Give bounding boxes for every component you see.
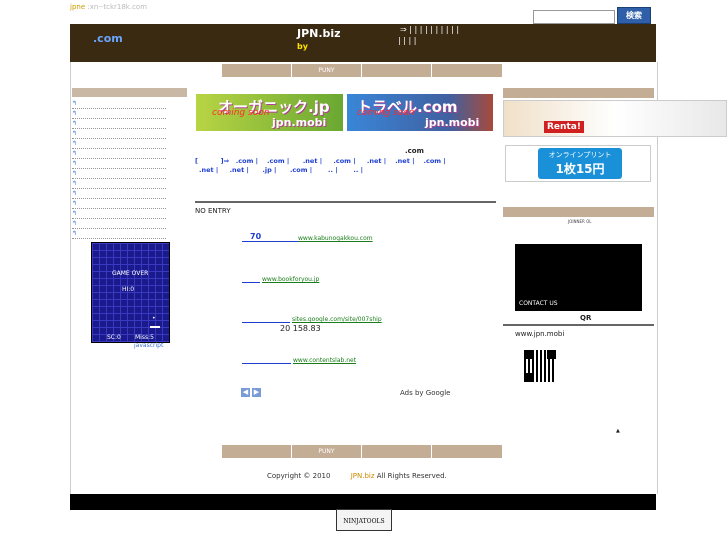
print-line1: オンラインプリント — [548, 151, 612, 159]
no-entry-text: NO ENTRY — [195, 207, 231, 215]
sidebar-item[interactable]: ↰ — [72, 159, 166, 169]
banner-travel-brand: jpn.mobi — [425, 116, 480, 129]
banner-travel-coming: coming soon — [357, 108, 415, 118]
header-by: by — [297, 42, 308, 51]
print-banner[interactable]: オンラインプリント 1枚15円 — [538, 148, 622, 179]
right-heading-2 — [503, 207, 654, 217]
sidebar-item[interactable]: ↰ — [72, 179, 166, 189]
sidebar-heading — [72, 88, 187, 97]
top-tab-1[interactable] — [222, 64, 291, 77]
domains-heading: .com — [405, 147, 424, 155]
sidebar-item[interactable]: ↰ — [72, 139, 166, 149]
domains-line1[interactable]: [ ]⇒ .com | .com | .net | .com | .net | … — [195, 157, 495, 165]
ad-1-url[interactable]: www.kabunogakkou.com — [298, 235, 373, 242]
print-line2: 1枚15円 — [555, 162, 605, 176]
mini-game[interactable]: GAME OVER HI:0 SC:0 Miss:5 • — [91, 242, 170, 343]
banner-organic[interactable]: オーガニック.jp coming soon jpn.mobi — [196, 94, 343, 131]
game-caption[interactable]: javascript — [134, 342, 163, 349]
domains-line2[interactable]: .net | .net | .jp | .com | .. | .. | — [199, 166, 499, 174]
bottom-tab-1[interactable] — [222, 445, 291, 458]
renta-banner[interactable]: Renta! — [503, 100, 727, 137]
sidebar-item[interactable]: ↰ — [72, 189, 166, 199]
sidebar-item[interactable]: ↰ — [72, 109, 166, 119]
ads-by-google[interactable]: Ads by Google — [400, 389, 450, 397]
top-tab-puny[interactable]: PUNY — [292, 64, 361, 77]
contact-box[interactable]: CONTACT US — [515, 244, 642, 311]
game-score: SC:0 — [107, 334, 121, 341]
sidebar-item[interactable]: ↰ — [72, 199, 166, 209]
sidebar-item[interactable]: ↰ — [72, 169, 166, 179]
ad-3-extra: 20 158.83 — [280, 324, 321, 333]
sidebar-item[interactable]: ↰ — [72, 149, 166, 159]
domain-text: jpne :xn--tckr18k.com — [70, 3, 148, 11]
ad-4-url[interactable]: www.contentslab.net — [293, 357, 356, 364]
game-hiscore: HI:0 — [122, 286, 135, 293]
contact-us-label: CONTACT US — [519, 300, 558, 307]
sidebar-item[interactable]: ↰ — [72, 99, 166, 109]
top-tabbar: PUNY — [222, 64, 502, 77]
bottom-tab-3[interactable] — [362, 445, 431, 458]
qr-code — [524, 350, 556, 382]
game-miss: Miss:5 — [135, 334, 154, 341]
footer-copyright: Copyright © 2010 JPN.biz All Rights Rese… — [267, 472, 447, 480]
game-ball: • — [152, 315, 156, 322]
copyright-text: Copyright © 2010 — [267, 472, 331, 480]
site-header: .com JPN.biz by ⇒ | | | | | | | | | | | … — [70, 24, 656, 62]
sidebar-item[interactable]: ↰ — [72, 119, 166, 129]
print-banner-frame: オンラインプリント 1枚15円 — [505, 145, 651, 182]
scroll-top-icon[interactable]: ▲ — [616, 428, 620, 434]
top-tab-3[interactable] — [362, 64, 431, 77]
banner-organic-brand: jpn.mobi — [272, 116, 327, 129]
right-heading-1 — [503, 88, 654, 98]
renta-logo: Renta! — [544, 121, 584, 133]
ad-3-url[interactable]: sites.google.com/site/007ship — [292, 316, 382, 323]
bottom-tabbar: PUNY — [222, 445, 502, 458]
qr-url[interactable]: www.jpn.mobi — [515, 330, 564, 338]
footer-brand[interactable]: JPN.biz — [351, 472, 375, 480]
search-button[interactable]: 検索 — [617, 7, 651, 24]
site-title[interactable]: JPN.biz — [297, 27, 341, 40]
next-arrow-icon[interactable]: ▶ — [252, 388, 261, 397]
bottom-tab-4[interactable] — [432, 445, 502, 458]
joinner-text: JOINNER OL — [568, 219, 592, 224]
game-paddle — [150, 326, 160, 328]
header-nav-row1[interactable]: ⇒ | | | | | | | | | | — [400, 25, 459, 34]
bottom-tab-puny[interactable]: PUNY — [292, 445, 361, 458]
banner-travel[interactable]: トラベル.com coming soon jpn.mobi — [347, 94, 493, 131]
top-tab-4[interactable] — [432, 64, 502, 77]
header-nav-row2[interactable]: | | | | — [398, 36, 416, 45]
ad-2-url[interactable]: www.bookforyou.jp — [262, 276, 319, 283]
sidebar-item[interactable]: ↰ — [72, 229, 166, 239]
ad-3-title[interactable] — [242, 313, 290, 323]
search-input[interactable] — [533, 10, 615, 24]
header-domain: .com — [93, 32, 123, 45]
game-over-text: GAME OVER — [112, 270, 149, 277]
content-divider — [195, 201, 496, 203]
ad-4-title[interactable] — [242, 354, 291, 364]
ad-1-title[interactable]: 70 — [242, 232, 304, 242]
qr-title: QR — [580, 314, 592, 322]
ad-2-title[interactable] — [242, 273, 260, 283]
ninjatools-badge[interactable]: NINJATOOLS — [336, 509, 392, 531]
qr-divider — [503, 324, 654, 326]
sidebar-item[interactable]: ↰ — [72, 209, 166, 219]
footer-rights: All Rights Reserved. — [376, 472, 447, 480]
sidebar-item[interactable]: ↰ — [72, 219, 166, 229]
sidebar-item[interactable]: ↰ — [72, 129, 166, 139]
left-sidebar: ↰ ↰ ↰ ↰ ↰ ↰ ↰ ↰ ↰ ↰ ↰ ↰ ↰ ↰ — [72, 88, 187, 239]
prev-arrow-icon[interactable]: ◀ — [241, 388, 250, 397]
footer-bar — [70, 494, 656, 510]
sidebar-list: ↰ ↰ ↰ ↰ ↰ ↰ ↰ ↰ ↰ ↰ ↰ ↰ ↰ ↰ — [72, 99, 187, 239]
banner-organic-coming: coming soon — [212, 108, 270, 118]
